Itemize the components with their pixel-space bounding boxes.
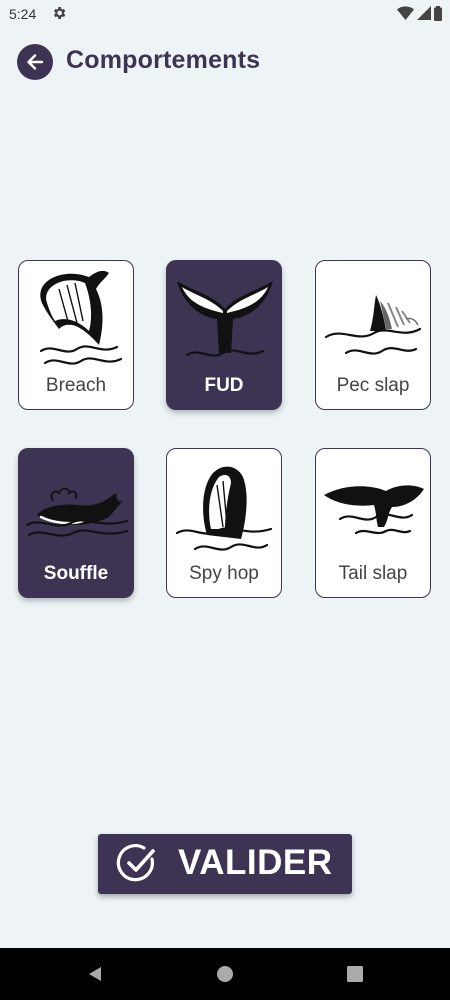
- tail-slap-icon: [324, 485, 424, 535]
- check-circle-icon: [116, 844, 155, 882]
- behavior-label: Pec slap: [336, 375, 410, 396]
- wifi-icon: [397, 6, 414, 20]
- behavior-card-fud[interactable]: FUD: [166, 260, 282, 410]
- back-button[interactable]: [17, 44, 53, 80]
- nav-recents-icon[interactable]: [346, 965, 364, 983]
- nav-home-icon[interactable]: [216, 965, 234, 983]
- status-icons: [397, 5, 442, 21]
- page-title: Comportements: [66, 46, 261, 74]
- behavior-card-spy-hop[interactable]: Spy hop: [166, 448, 282, 598]
- pec-slap-icon: [324, 295, 422, 355]
- behavior-card-breach[interactable]: Breach: [18, 260, 134, 410]
- arrow-left-icon: [27, 54, 44, 70]
- behavior-label: Souffle: [43, 563, 109, 584]
- status-time: 5:24: [9, 6, 37, 22]
- behavior-label: Breach: [45, 375, 107, 396]
- fluke-up-dive-icon: [177, 281, 273, 357]
- settings-gear-icon: [54, 7, 66, 19]
- blowing-whale-icon: [25, 487, 129, 537]
- behavior-label: Tail slap: [338, 563, 408, 584]
- spy-hop-icon: [175, 466, 273, 551]
- behavior-card-tail-slap[interactable]: Tail slap: [315, 448, 431, 598]
- cellular-signal-icon: [417, 6, 431, 20]
- behavior-label: Spy hop: [189, 563, 259, 584]
- system-navigation-bar: [0, 948, 450, 1000]
- behavior-card-souffle[interactable]: Souffle: [18, 448, 134, 598]
- nav-back-icon[interactable]: [86, 965, 104, 983]
- status-bar: 5:24: [0, 0, 450, 28]
- behavior-card-pec-slap[interactable]: Pec slap: [315, 260, 431, 410]
- battery-icon: [434, 5, 442, 21]
- behavior-label: FUD: [204, 375, 244, 396]
- breach-whale-icon: [39, 270, 123, 365]
- validate-label: VALIDER: [178, 843, 333, 882]
- validate-button[interactable]: VALIDER: [98, 834, 352, 894]
